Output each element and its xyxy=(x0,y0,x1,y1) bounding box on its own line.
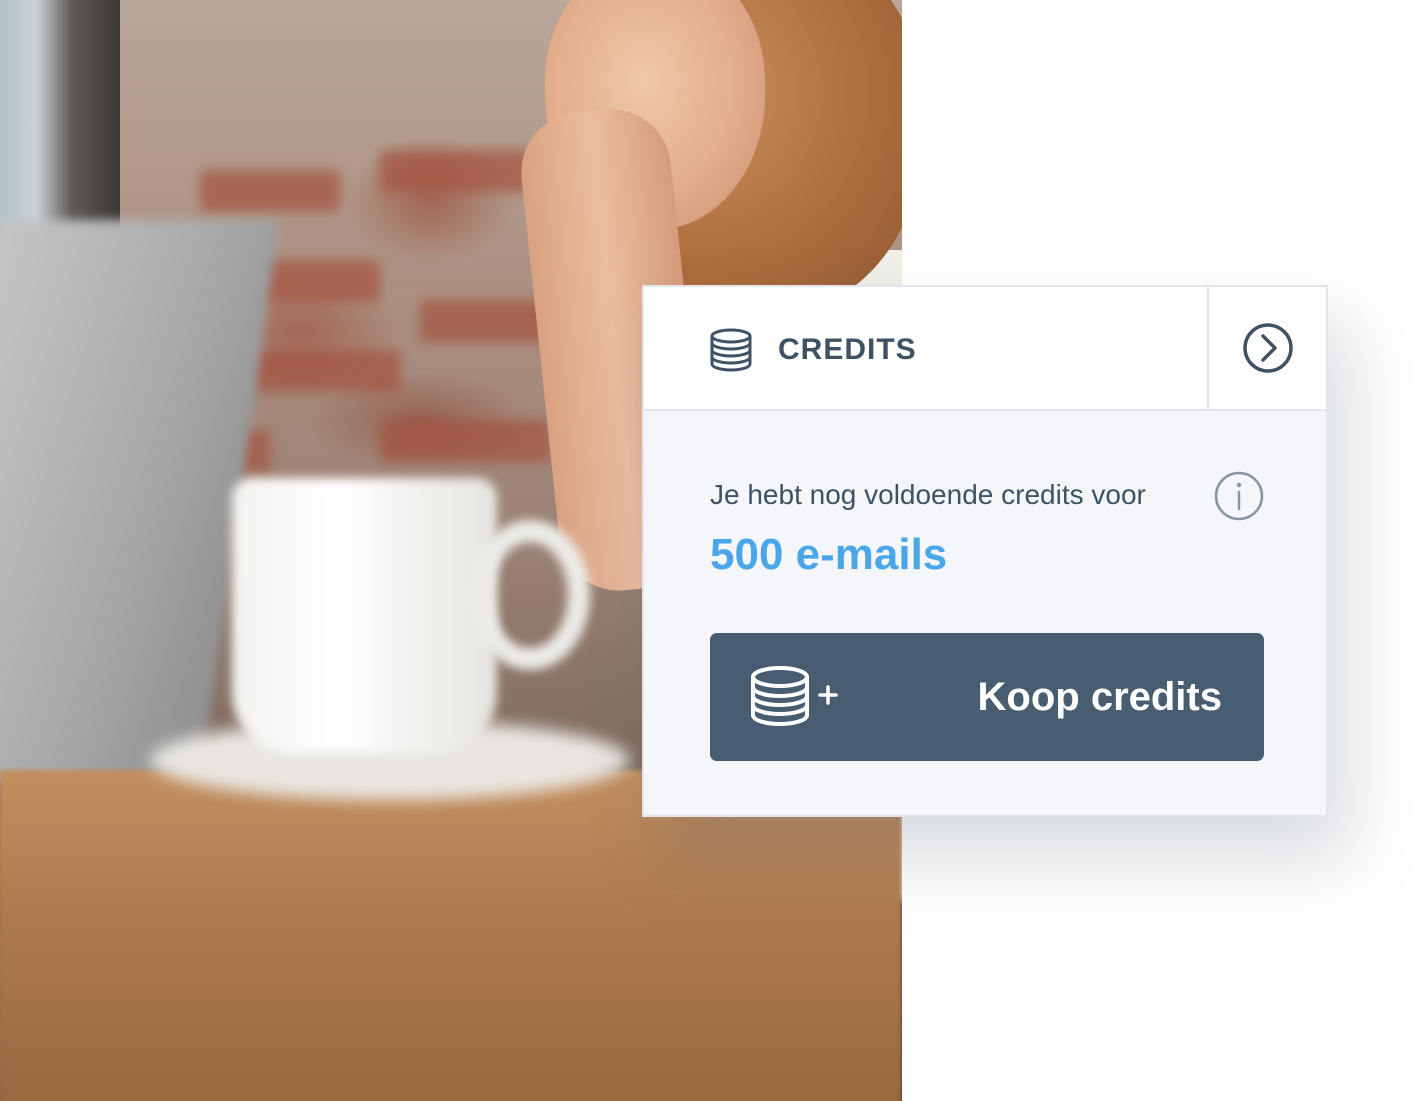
credits-title: CREDITS xyxy=(778,333,917,366)
credits-next-button[interactable] xyxy=(1209,287,1326,409)
credits-description: Je hebt nog voldoende credits voor xyxy=(710,479,1146,510)
coins-stack-icon xyxy=(710,328,752,372)
buy-credits-label: Koop credits xyxy=(977,675,1222,719)
info-icon[interactable] xyxy=(1213,470,1265,522)
coins-add-icon xyxy=(751,666,838,727)
chevron-right-circle-icon xyxy=(1242,323,1293,373)
buy-credits-button[interactable]: Koop credits xyxy=(710,633,1264,761)
credits-card-header: CREDITS xyxy=(644,287,1326,411)
credits-amount: 500 e-mails xyxy=(710,530,948,579)
credits-card: CREDITS Je hebt nog voldoende credits vo… xyxy=(642,285,1328,817)
stage: CREDITS Je hebt nog voldoende credits vo… xyxy=(0,0,1414,1101)
